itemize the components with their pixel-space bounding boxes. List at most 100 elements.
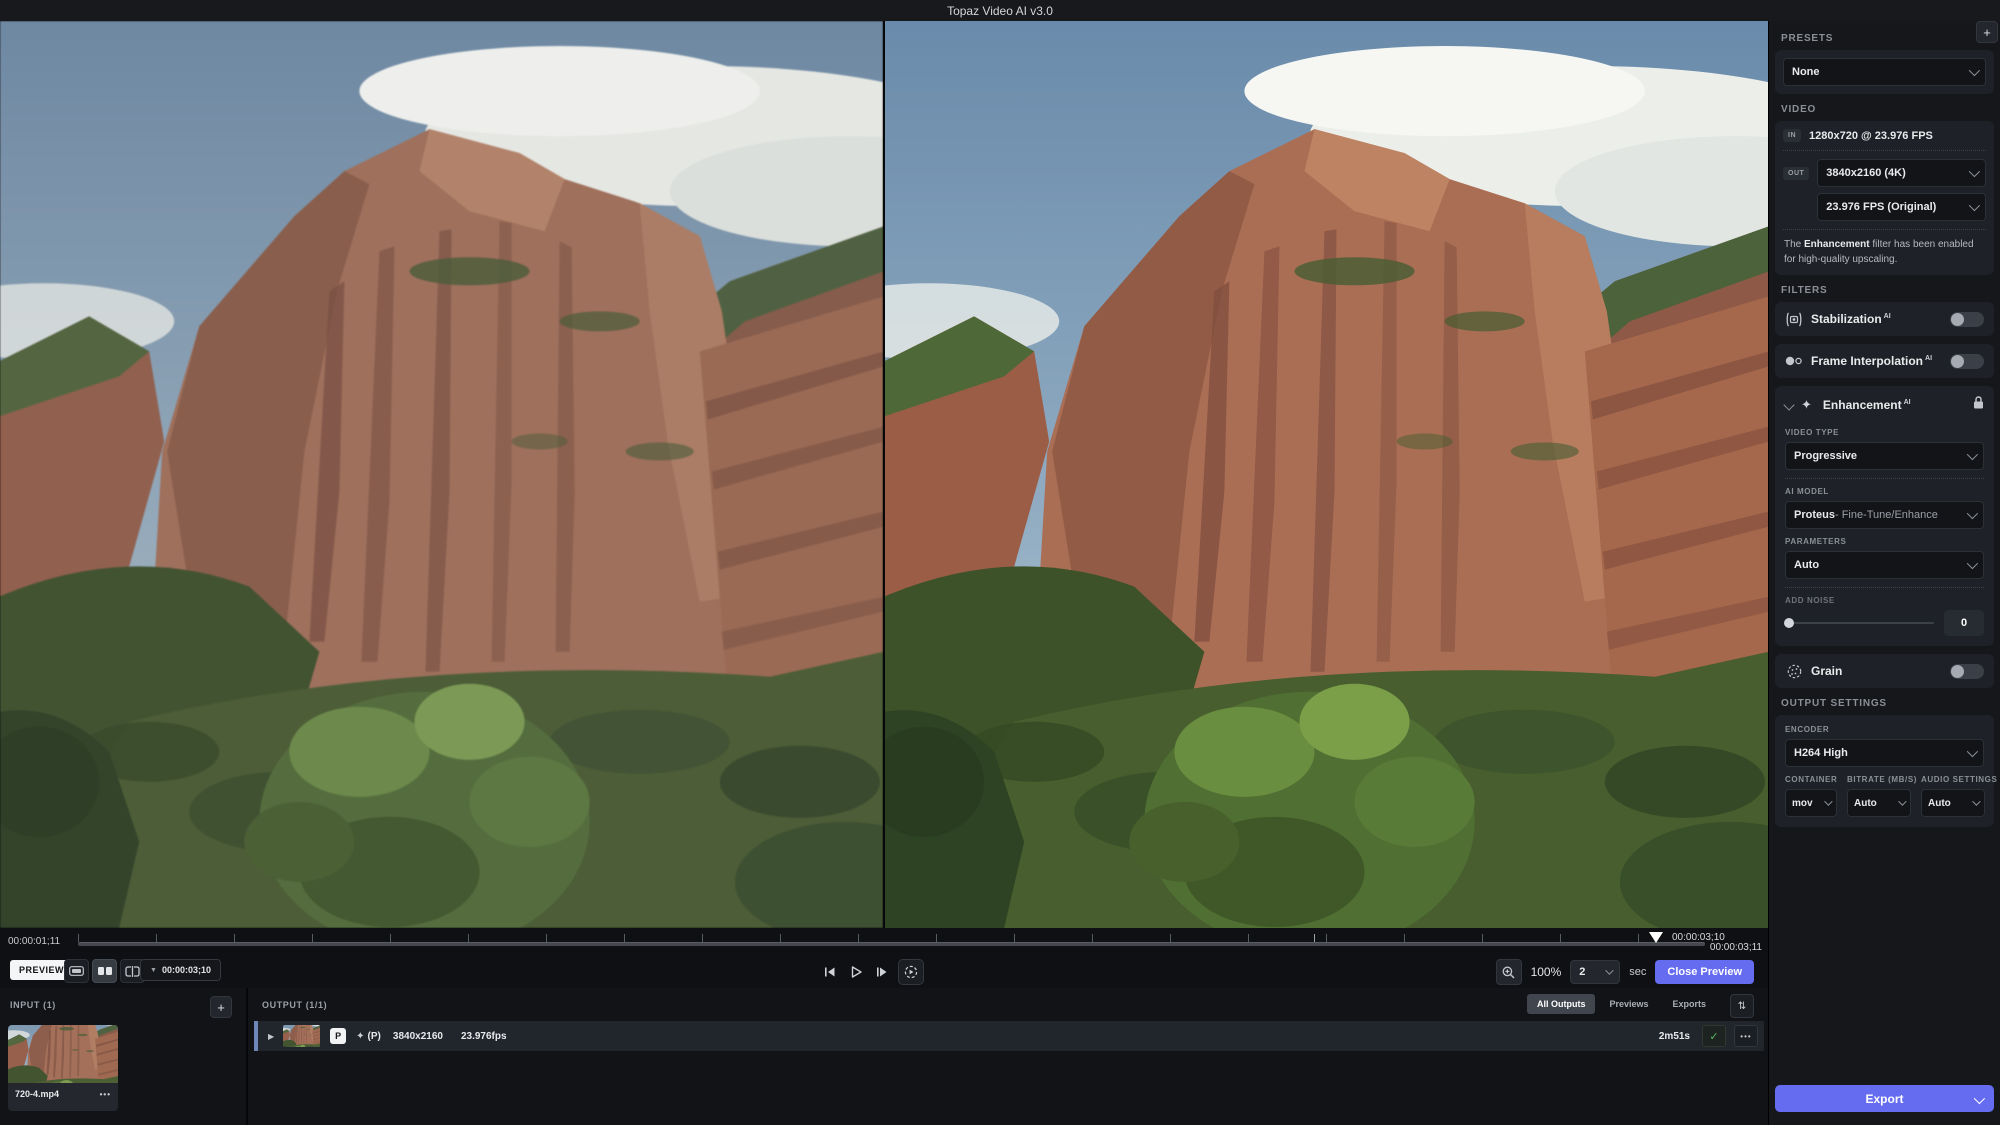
container-value: mov: [1792, 797, 1813, 809]
output-fps-value: 23.976 FPS (Original): [1826, 201, 1937, 213]
step-forward-button[interactable]: [872, 961, 892, 983]
side-by-side-icon: [97, 967, 112, 975]
encoder-select[interactable]: H264 High: [1785, 739, 1984, 767]
single-view-button[interactable]: [64, 959, 89, 983]
output-fps-select[interactable]: 23.976 FPS (Original): [1817, 193, 1986, 221]
chevron-down-icon: [1968, 199, 1981, 212]
frame-interpolation-toggle[interactable]: [1950, 353, 1984, 369]
step-back-button[interactable]: [820, 961, 840, 983]
tab-previews[interactable]: Previews: [1599, 994, 1658, 1014]
audio-settings-label: AUDIO SETTINGS: [1921, 775, 1998, 784]
video-header: VIDEO: [1781, 104, 1817, 115]
stabilization-toggle[interactable]: [1950, 311, 1984, 327]
play-icon[interactable]: ▶: [268, 1032, 274, 1041]
sec-label: sec: [1629, 966, 1647, 978]
ai-model-select[interactable]: Proteus - Fine-Tune/Enhance: [1785, 501, 1984, 529]
lock-icon[interactable]: [1973, 396, 1984, 414]
timecode-chip[interactable]: ▼ 00:00:03;10: [140, 959, 221, 981]
parameters-select[interactable]: Auto: [1785, 551, 1984, 579]
playhead-marker[interactable]: [1649, 932, 1663, 943]
side-by-side-view-button[interactable]: [92, 959, 117, 983]
zoom-in-button[interactable]: [1495, 959, 1522, 985]
preset-select[interactable]: None: [1783, 58, 1986, 86]
done-check-button[interactable]: ✓: [1702, 1025, 1726, 1047]
presets-header: PRESETS: [1781, 33, 1834, 44]
grain-icon: [1785, 663, 1803, 679]
more-icon[interactable]: •••: [100, 1090, 111, 1099]
input-section: INPUT (1) + 720-4.mp4 •••: [0, 988, 248, 1125]
output-settings-header: OUTPUT SETTINGS: [1781, 698, 1887, 709]
divider: [1783, 229, 1986, 230]
timeline[interactable]: 00:00:01;11 00:00:03;10 00:00:03;11: [0, 928, 1768, 955]
original-video-frame: [0, 21, 883, 928]
topaz-video-ai-window: Topaz Video AI v3.0 PRESETS + None VIDEO…: [0, 0, 2000, 1125]
bitrate-select[interactable]: Auto: [1847, 789, 1911, 817]
loop-playback-button[interactable]: [898, 959, 924, 985]
chevron-down-icon: [1966, 448, 1979, 461]
chevron-down-icon: [1966, 745, 1979, 758]
ai-model-name: Proteus: [1794, 509, 1835, 521]
chevron-down-icon: [1968, 165, 1981, 178]
filter-label: Grain: [1811, 664, 1843, 678]
input-video-info: 1280x720 @ 23.976 FPS: [1809, 129, 1933, 142]
ai-model-label: AI MODEL: [1785, 487, 1829, 496]
out-badge: OUT: [1783, 167, 1810, 180]
tab-all-outputs[interactable]: All Outputs: [1526, 994, 1596, 1014]
output-tabs: All Outputs Previews Exports: [1526, 994, 1716, 1014]
plus-icon: +: [217, 999, 225, 1015]
video-pane-original[interactable]: [0, 21, 883, 928]
filter-label: Frame Interpolation AI: [1811, 354, 1933, 368]
magnifier-plus-icon: [1502, 966, 1515, 979]
timeline-ruler[interactable]: [78, 934, 1705, 948]
output-thumbnail: [283, 1025, 320, 1047]
export-label: Export: [1865, 1091, 1904, 1106]
input-thumbnail-card[interactable]: 720-4.mp4 •••: [8, 1025, 118, 1111]
bitrate-value: Auto: [1854, 797, 1877, 809]
video-pane-enhanced[interactable]: [885, 21, 1768, 928]
tab-exports[interactable]: Exports: [1662, 994, 1716, 1014]
view-mode-buttons: [64, 959, 145, 983]
timecode-value: 00:00:03;10: [161, 965, 211, 975]
files-panel: INPUT (1) + 720-4.mp4 ••• OUTPUT (1/1) A…: [0, 988, 1768, 1125]
chevron-down-icon: [1968, 64, 1981, 77]
video-type-select[interactable]: Progressive: [1785, 442, 1984, 470]
scrub-bar[interactable]: [78, 942, 1705, 946]
chevron-down-icon: [1824, 797, 1833, 806]
export-button[interactable]: Export: [1775, 1085, 1994, 1112]
enhancement-header[interactable]: ✦ Enhancement AI: [1783, 396, 1984, 414]
play-button[interactable]: [846, 961, 866, 983]
add-input-button[interactable]: +: [210, 996, 232, 1018]
preview-length-select[interactable]: 2: [1570, 960, 1621, 984]
add-noise-slider[interactable]: [1784, 618, 1934, 628]
slider-knob[interactable]: [1784, 618, 1794, 628]
input-filename: 720-4.mp4: [15, 1089, 60, 1099]
title-bar: Topaz Video AI v3.0: [0, 0, 2000, 21]
sparkle-icon: ✦: [356, 1030, 365, 1042]
filter-frame-interpolation[interactable]: Frame Interpolation AI: [1775, 344, 1994, 378]
add-noise-value[interactable]: 0: [1944, 610, 1984, 636]
plus-icon: +: [1983, 24, 1991, 40]
grain-toggle[interactable]: [1950, 663, 1984, 679]
filter-stabilization[interactable]: Stabilization AI: [1775, 302, 1994, 336]
ai-model-desc: - Fine-Tune/Enhance: [1834, 509, 1938, 521]
output-section: OUTPUT (1/1) All Outputs Previews Export…: [250, 988, 1768, 1125]
render-duration: 2m51s: [1658, 1030, 1690, 1042]
filter-grain[interactable]: Grain: [1775, 654, 1994, 688]
add-preset-button[interactable]: +: [1976, 21, 1998, 43]
audio-settings-select[interactable]: Auto: [1921, 789, 1985, 817]
output-row[interactable]: ▶ P ✦ (P) 3840x2160 23.976fps 2m51s ✓ ••…: [254, 1021, 1764, 1051]
sort-button[interactable]: ⇅: [1730, 994, 1754, 1018]
parameters-value: Auto: [1794, 559, 1820, 571]
frame-interpolation-icon: [1785, 353, 1803, 369]
frame-marker: [1314, 934, 1315, 942]
zoom-level[interactable]: 100%: [1531, 965, 1562, 979]
enhanced-video-frame: [885, 21, 1768, 928]
row-more-button[interactable]: •••: [1734, 1025, 1758, 1047]
bitrate-label: BITRATE (MB/S): [1847, 775, 1918, 784]
container-select[interactable]: mov: [1785, 789, 1837, 817]
filters-header: FILTERS: [1781, 285, 1828, 296]
divider: [1785, 478, 1984, 479]
close-preview-button[interactable]: Close Preview: [1655, 960, 1754, 984]
presets-card: None: [1775, 50, 1994, 94]
output-resolution-select[interactable]: 3840x2160 (4K): [1817, 159, 1986, 187]
